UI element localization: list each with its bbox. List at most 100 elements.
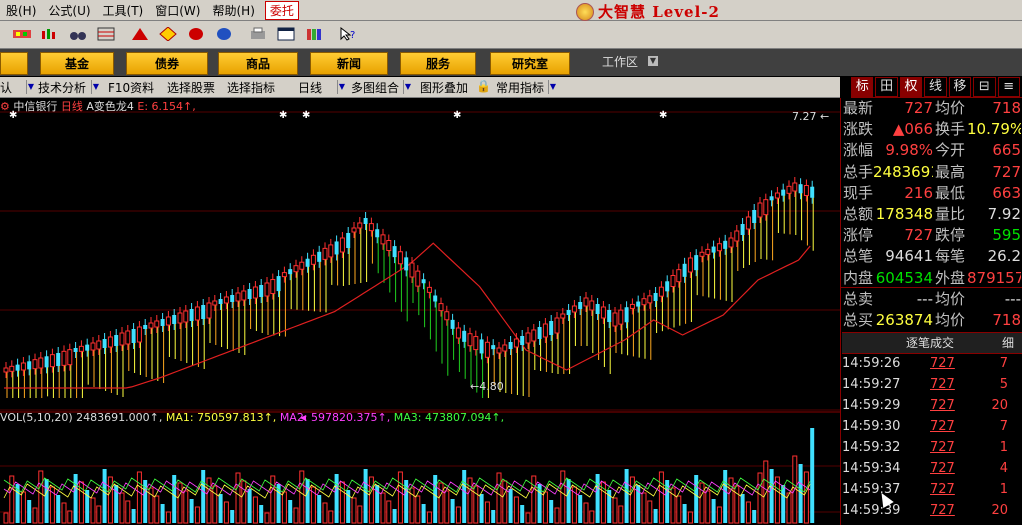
nav-bond-button[interactable]: 债券 (126, 52, 208, 75)
alert-icon[interactable] (130, 25, 150, 43)
candle-body (409, 262, 415, 278)
volume-bar (711, 499, 716, 523)
menu-window[interactable]: 窗口(W) (149, 2, 206, 19)
quote-label: 内盘 (843, 268, 874, 287)
volume-bar (194, 506, 200, 524)
workspace-dropdown-icon[interactable]: ▼ (648, 56, 658, 66)
tab-rights[interactable]: 权 (899, 77, 923, 97)
candle-body (786, 185, 792, 194)
kline-chart[interactable]: 7.27 ←←4.80✱ ✱ ✱ ✱ ✱ (0, 98, 840, 525)
candle-body (177, 312, 183, 324)
volume-bar (740, 494, 745, 523)
diamond-icon[interactable] (158, 25, 178, 43)
volume-bar (212, 485, 218, 524)
delegate-button[interactable]: 委托 (264, 0, 299, 20)
trade-row: 14:59:39 727 20 (842, 500, 1022, 521)
candle-body (131, 329, 136, 343)
tab-detail[interactable]: ≡ (997, 77, 1020, 97)
candle-body (792, 182, 798, 192)
tab-mark[interactable]: 标 (851, 77, 874, 97)
trade-list-header: 逐笔成交 细 (842, 332, 1022, 354)
quote-label: 总手 (843, 162, 874, 181)
candle-body (148, 322, 154, 329)
app-title: 大智慧 Level-2 (576, 1, 720, 22)
help-cursor-icon[interactable]: ? (338, 25, 358, 43)
volume-bar (90, 497, 96, 524)
menu-stock[interactable]: 股(H) (0, 2, 42, 19)
subbar-confirm[interactable]: 认 (0, 79, 12, 96)
tab-move[interactable]: 移 (948, 77, 972, 97)
chevron-down-icon[interactable]: ▼ (337, 80, 346, 94)
print-icon[interactable] (248, 25, 268, 43)
tab-line[interactable]: 线 (924, 77, 947, 97)
nav-commodity-button[interactable]: 商品 (218, 52, 298, 75)
chart-title: ⚙ 中信银行 日线 A变色龙4 E: 6.154↑, (0, 98, 196, 114)
workspace-label[interactable]: 工作区 (602, 53, 638, 70)
candle-body (107, 336, 113, 348)
quote-label: 涨幅 (843, 141, 874, 160)
trade-price: 727 (930, 440, 955, 455)
nav-news-button[interactable]: 新闻 (310, 52, 388, 75)
candle-body (380, 234, 386, 245)
menu-formula[interactable]: 公式(U) (42, 2, 96, 19)
subbar-common-indicators[interactable]: 常用指标 (496, 79, 544, 96)
binocular-icon[interactable] (68, 25, 88, 43)
lock-icon[interactable]: 🔒 (476, 79, 491, 93)
candle-body (38, 357, 44, 369)
books-icon[interactable] (304, 25, 324, 43)
subbar-select-stock[interactable]: 选择股票 (167, 79, 215, 96)
window-icon[interactable] (276, 25, 296, 43)
vol-label: VOL(5,10,20) 2483691.000↑, (0, 411, 163, 424)
chevron-down-icon[interactable]: ▼ (26, 80, 35, 94)
nav-research-button[interactable]: 研究室 (490, 52, 570, 75)
candle-body (479, 339, 484, 354)
quote-row: 总卖 --- 均价 --- (843, 289, 1021, 310)
trade-header-detail[interactable]: 细 (1002, 333, 1014, 353)
candle-body (206, 302, 212, 319)
chevron-down-icon[interactable]: ▼ (403, 80, 412, 94)
chart-icon[interactable] (40, 25, 60, 43)
volume-bar (9, 475, 15, 524)
quote-label: 今开 (935, 141, 966, 160)
nav-left-stub[interactable] (0, 52, 28, 75)
quote-row: 总手2483691最高 727 (843, 162, 1021, 183)
grid-icon[interactable] (96, 25, 116, 43)
candle-body (542, 323, 548, 338)
chevron-down-icon[interactable]: ▼ (548, 80, 557, 94)
menu-help[interactable]: 帮助(H) (206, 2, 260, 19)
settings-gear-icon[interactable]: ⚙ (0, 100, 10, 113)
tab-collapse[interactable]: ⊟ (973, 77, 996, 97)
candle-body (346, 233, 351, 248)
subbar-overlay[interactable]: 图形叠加 (420, 79, 468, 96)
subbar-f10[interactable]: F10资料 (108, 79, 154, 96)
volume-bar (351, 497, 357, 524)
volume-bar (288, 500, 293, 523)
signal-marker-icon: ✱ (279, 110, 287, 121)
subbar-select-indicator[interactable]: 选择指标 (227, 79, 275, 96)
candle-body (734, 230, 740, 242)
signal-icon[interactable] (186, 25, 206, 43)
candle-body (67, 349, 73, 366)
subbar-multi-chart[interactable]: 多图组合 (351, 79, 399, 96)
volume-bar (612, 497, 618, 524)
chevron-down-icon[interactable]: ▼ (91, 80, 100, 94)
candle-body (136, 326, 142, 343)
quote-icon[interactable] (12, 25, 32, 43)
candle-body (404, 257, 409, 271)
candle-body (386, 240, 392, 251)
subbar-daily[interactable]: 日线 (298, 79, 322, 96)
search-icon[interactable] (214, 25, 234, 43)
subbar-tech-analysis[interactable]: 技术分析 (38, 79, 86, 96)
nav-fund-button[interactable]: 基金 (40, 52, 114, 75)
volume-bar (61, 502, 67, 524)
tab-grid[interactable]: 田 (875, 77, 898, 97)
candle-body (491, 345, 496, 350)
volume-bar (676, 495, 682, 524)
nav-service-button[interactable]: 服务 (400, 52, 476, 75)
quote-label: 最低 (935, 183, 966, 202)
candle-body (212, 300, 218, 306)
menu-tools[interactable]: 工具(T) (97, 2, 150, 19)
trade-header-title[interactable]: 逐笔成交 (906, 333, 954, 353)
function-bar: 认 ▼ 技术分析 ▼ F10资料 选择股票 选择指标 日线 ▼ 多图组合 ▼ 图… (0, 77, 840, 98)
candle-body (740, 224, 745, 235)
